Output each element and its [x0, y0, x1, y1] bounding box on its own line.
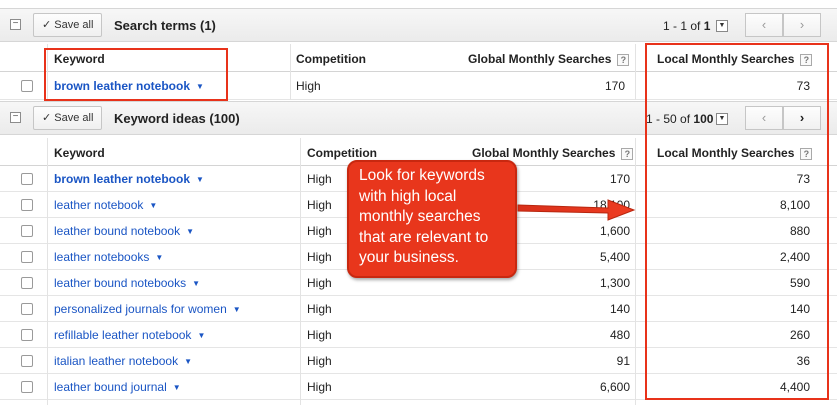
column-divider [47, 138, 48, 405]
competition-value: High [307, 224, 332, 238]
keyword-dropdown-icon[interactable]: ▼ [173, 383, 181, 392]
keyword-dropdown-icon[interactable]: ▼ [192, 279, 200, 288]
save-all-search-terms-button[interactable]: ✓ Save all [33, 13, 103, 37]
row-checkbox[interactable] [21, 225, 33, 237]
search-terms-toolbar: − ✓ Save all Search terms (1) 1 - 1 of 1… [0, 8, 837, 42]
row-checkbox[interactable] [21, 355, 33, 367]
help-icon[interactable]: ? [621, 147, 634, 160]
keyword-link[interactable]: italian leather notebook ▼ [54, 354, 192, 368]
keyword-link[interactable]: personalized journals for women ▼ [54, 302, 241, 316]
global-searches-value: 91 [616, 354, 630, 368]
keyword-dropdown-icon[interactable]: ▼ [186, 227, 194, 236]
row-checkbox[interactable] [21, 80, 33, 92]
competition-value: High [307, 250, 332, 264]
column-divider [290, 44, 291, 100]
keyword-link[interactable]: leather bound journal ▼ [54, 380, 181, 394]
keyword-dropdown-icon[interactable]: ▼ [196, 175, 204, 184]
help-icon[interactable]: ? [617, 53, 630, 66]
search-terms-pager: 1 - 1 of 1 [663, 19, 711, 33]
keyword-highlight-box [44, 48, 228, 101]
competition-value: High [307, 198, 332, 212]
keyword-ideas-title: Keyword ideas (100) [114, 111, 240, 126]
global-searches-value: 480 [609, 328, 630, 342]
search-terms-title: Search terms (1) [114, 18, 216, 33]
competition-column-header[interactable]: Competition [307, 146, 377, 160]
competition-value: High [296, 79, 321, 93]
competition-value: High [307, 276, 332, 290]
collapse-keyword-ideas-icon[interactable]: − [10, 112, 21, 123]
competition-value: High [307, 302, 332, 316]
row-checkbox[interactable] [21, 199, 33, 211]
competition-value: High [307, 172, 332, 186]
keyword-column-header[interactable]: Keyword [54, 146, 105, 160]
row-checkbox[interactable] [21, 329, 33, 341]
column-divider [635, 44, 636, 100]
search-terms-pager-dropdown-icon[interactable]: ▼ [716, 20, 728, 32]
row-checkbox[interactable] [21, 277, 33, 289]
keyword-dropdown-icon[interactable]: ▼ [233, 305, 241, 314]
keyword-link[interactable]: leather bound notebook ▼ [54, 224, 194, 238]
search-terms-next-button[interactable]: › [783, 13, 821, 37]
row-checkbox[interactable] [21, 381, 33, 393]
keyword-link[interactable]: refillable leather notebook ▼ [54, 328, 205, 342]
row-checkbox[interactable] [21, 251, 33, 263]
keyword-dropdown-icon[interactable]: ▼ [197, 331, 205, 340]
competition-column-header[interactable]: Competition [296, 52, 366, 66]
keyword-link[interactable]: leather bound notebooks ▼ [54, 276, 200, 290]
annotation-arrow [517, 199, 636, 221]
global-searches-value: 170 [609, 172, 630, 186]
checkmark-icon: ✓ [42, 19, 52, 31]
global-searches-value: 5,400 [599, 250, 630, 264]
save-all-keyword-ideas-button[interactable]: ✓ Save all [33, 106, 103, 130]
row-checkbox[interactable] [21, 173, 33, 185]
search-terms-prev-button[interactable]: ‹ [745, 13, 783, 37]
column-divider [300, 138, 301, 405]
save-all-label: Save all [54, 112, 94, 124]
annotation-callout: Look for keywords with high local monthl… [347, 160, 517, 278]
keyword-dropdown-icon[interactable]: ▼ [155, 253, 163, 262]
row-checkbox[interactable] [21, 303, 33, 315]
global-searches-value: 140 [609, 302, 630, 316]
global-searches-value: 6,600 [599, 380, 630, 394]
checkmark-icon: ✓ [42, 112, 52, 124]
keyword-link[interactable]: brown leather notebook ▼ [54, 172, 204, 186]
keyword-dropdown-icon[interactable]: ▼ [184, 357, 192, 366]
collapse-search-terms-icon[interactable]: − [10, 19, 21, 30]
keyword-dropdown-icon[interactable]: ▼ [149, 201, 157, 210]
local-searches-highlight-box [645, 43, 829, 400]
global-searches-value: 1,300 [599, 276, 630, 290]
competition-value: High [307, 354, 332, 368]
save-all-label: Save all [54, 19, 94, 31]
global-monthly-searches-header[interactable]: Global Monthly Searches? [472, 146, 634, 160]
column-divider [635, 138, 636, 405]
global-monthly-searches-header[interactable]: Global Monthly Searches? [468, 52, 630, 66]
competition-value: High [307, 328, 332, 342]
global-searches-value: 170 [604, 79, 625, 93]
competition-value: High [307, 380, 332, 394]
keyword-link[interactable]: leather notebooks ▼ [54, 250, 163, 264]
keyword-link[interactable]: leather notebook ▼ [54, 198, 157, 212]
